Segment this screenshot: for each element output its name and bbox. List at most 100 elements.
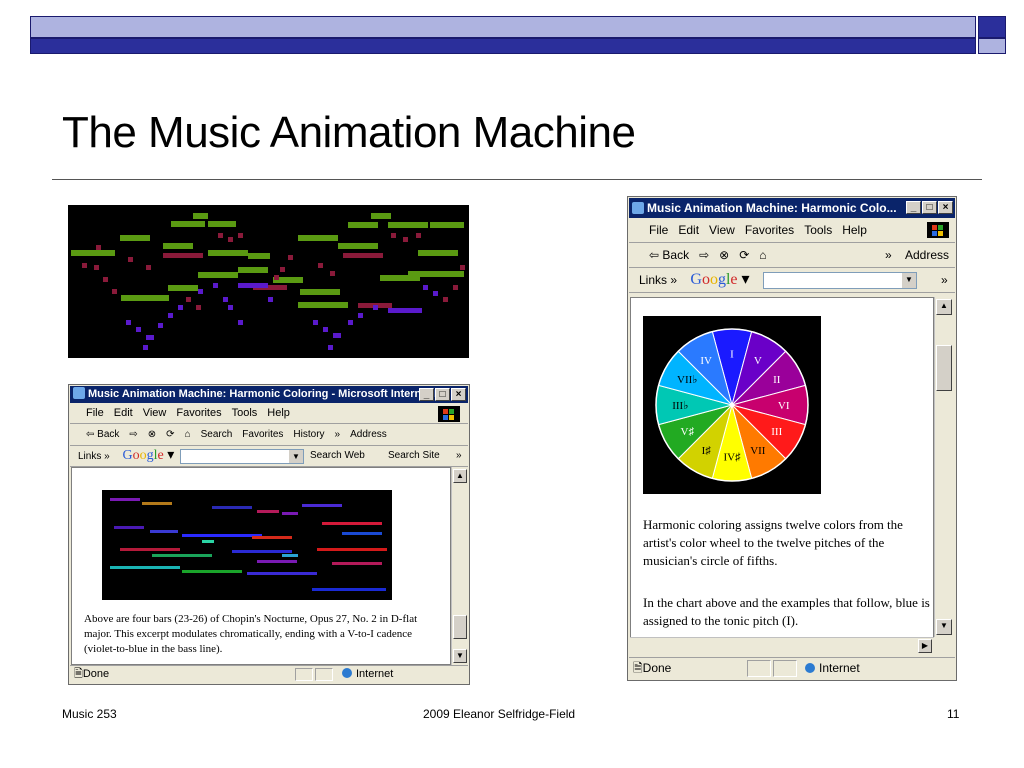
status-bar: 🗎Done Internet	[70, 665, 468, 683]
toolbar: ⇦ Back ⇨ ⊗ ⟳ ⌂ Search Favorites History » Address	[70, 424, 468, 446]
forward-button[interactable]: ⇨	[129, 429, 137, 440]
scroll-down-button[interactable]: ▼	[453, 649, 467, 663]
search-site-button[interactable]: Search Site	[388, 446, 440, 466]
maximize-button[interactable]: □	[922, 201, 937, 214]
piano-roll-image	[68, 205, 469, 358]
close-button[interactable]: ×	[938, 201, 953, 214]
scroll-thumb[interactable]	[936, 345, 952, 391]
google-search-input[interactable]: ▼	[180, 449, 304, 464]
menu-tools[interactable]: Tools	[804, 223, 832, 237]
wheel-label: IV	[700, 355, 712, 367]
address-label: Address	[905, 248, 950, 262]
scroll-up-button[interactable]: ▲	[453, 469, 467, 483]
page-icon: 🗎	[74, 668, 83, 680]
wheel-label: IV♯	[723, 452, 741, 464]
minimize-button[interactable]: _	[419, 388, 434, 401]
google-logo: Google ▾	[690, 271, 750, 288]
status-done: Done	[642, 661, 672, 675]
stop-icon[interactable]: ⊗	[719, 248, 729, 262]
windows-logo-icon	[927, 222, 949, 238]
status-cell	[773, 660, 797, 677]
wheel-label: III♭	[672, 400, 688, 412]
wheel-label: V♯	[681, 426, 695, 438]
page-content: Above are four bars (23-26) of Chopin's …	[71, 467, 451, 665]
color-wheel-image: IVIIVIIIIVIIIV♯I♯V♯III♭VII♭IV	[643, 316, 821, 494]
menu-bar: File Edit View Favorites Tools Help	[70, 404, 468, 424]
links-bar: Links » Google ▾ ▼ Search Web Search Sit…	[70, 446, 468, 467]
chevron-down-icon[interactable]: ▼	[902, 273, 916, 288]
menu-file[interactable]: File	[649, 223, 668, 237]
favorites-button[interactable]: Favorites	[242, 429, 283, 440]
menu-help[interactable]: Help	[267, 407, 290, 419]
title-divider	[52, 179, 982, 180]
back-button[interactable]: ⇦ Back	[86, 429, 119, 440]
horizontal-scrollbar[interactable]: ▶	[630, 637, 934, 653]
maximize-button[interactable]: □	[435, 388, 450, 401]
stop-icon[interactable]: ⊗	[148, 429, 156, 440]
chopin-caption: Above are four bars (23-26) of Chopin's …	[84, 613, 418, 655]
links-more[interactable]: »	[941, 268, 948, 292]
back-button[interactable]: ⇦ Back	[649, 248, 689, 262]
menu-edit[interactable]: Edit	[114, 407, 133, 419]
scroll-down-button[interactable]: ▼	[936, 619, 952, 635]
header-square-dark	[978, 16, 1006, 38]
menu-favorites[interactable]: Favorites	[745, 223, 794, 237]
browser-window-large: Music Animation Machine: Harmonic Colo..…	[627, 196, 957, 681]
history-button[interactable]: History	[293, 429, 324, 440]
ie-icon	[632, 202, 644, 214]
home-icon[interactable]: ⌂	[759, 248, 766, 262]
wheel-label: VII	[750, 445, 766, 457]
menu-view[interactable]: View	[143, 407, 167, 419]
wheel-label: VI	[778, 400, 790, 412]
home-icon[interactable]: ⌂	[185, 429, 191, 440]
refresh-icon[interactable]: ⟳	[166, 429, 174, 440]
scroll-right-button[interactable]: ▶	[918, 639, 932, 653]
footer-author: 2009 Eleanor Selfridge-Field	[423, 707, 576, 721]
close-button[interactable]: ×	[451, 388, 466, 401]
globe-icon	[342, 668, 352, 678]
refresh-icon[interactable]: ⟳	[739, 248, 749, 262]
menu-edit[interactable]: Edit	[678, 223, 699, 237]
minimize-button[interactable]: _	[906, 201, 921, 214]
slide-title: The Music Animation Machine	[62, 108, 636, 157]
menu-tools[interactable]: Tools	[232, 407, 258, 419]
links-button[interactable]: Links »	[639, 273, 677, 287]
vertical-scrollbar[interactable]: ▲ ▼	[451, 467, 467, 665]
menu-bar: File Edit View Favorites Tools Help	[629, 219, 955, 243]
window-title: Music Animation Machine: Harmonic Colo..…	[647, 201, 897, 215]
toolbar: ⇦ Back ⇨ ⊗ ⟳ ⌂ » Address	[629, 243, 955, 268]
wheel-label: VII♭	[677, 374, 697, 386]
search-web-button[interactable]: Search Web	[310, 446, 365, 466]
ie-icon	[73, 387, 85, 399]
toolbar-more[interactable]: »	[335, 429, 341, 440]
google-logo: Google ▾	[122, 448, 175, 463]
header-bar-light	[30, 16, 976, 38]
status-zone: Internet	[356, 668, 394, 680]
menu-help[interactable]: Help	[842, 223, 867, 237]
menu-favorites[interactable]: Favorites	[176, 407, 221, 419]
menu-view[interactable]: View	[709, 223, 735, 237]
footer-course: Music 253	[62, 707, 117, 721]
search-button[interactable]: Search	[201, 429, 233, 440]
wheel-label: I	[730, 348, 734, 360]
links-more[interactable]: »	[456, 446, 462, 466]
wheel-label: II	[773, 374, 781, 386]
vertical-scrollbar[interactable]: ▲ ▼	[934, 297, 952, 637]
google-search-input[interactable]: ▼	[763, 272, 917, 289]
tonic-description: In the chart above and the examples that…	[643, 595, 930, 628]
scroll-up-button[interactable]: ▲	[936, 299, 952, 315]
status-cell	[315, 668, 333, 681]
address-label: Address	[350, 429, 387, 440]
toolbar-more[interactable]: »	[885, 243, 892, 267]
header-square-light	[978, 38, 1006, 54]
forward-button[interactable]: ⇨	[699, 248, 709, 262]
status-done: Done	[82, 668, 110, 680]
menu-file[interactable]: File	[86, 407, 104, 419]
links-button[interactable]: Links »	[78, 451, 110, 462]
scroll-thumb[interactable]	[453, 615, 467, 639]
page-content: I V II VI III VII IV♯ I♯ V♯ III♭ VII♭ IV Harmonic c…	[630, 297, 934, 652]
chevron-down-icon[interactable]: ▼	[289, 450, 303, 463]
page-icon: 🗎	[633, 661, 643, 675]
status-cell	[747, 660, 771, 677]
status-zone: Internet	[819, 661, 860, 675]
